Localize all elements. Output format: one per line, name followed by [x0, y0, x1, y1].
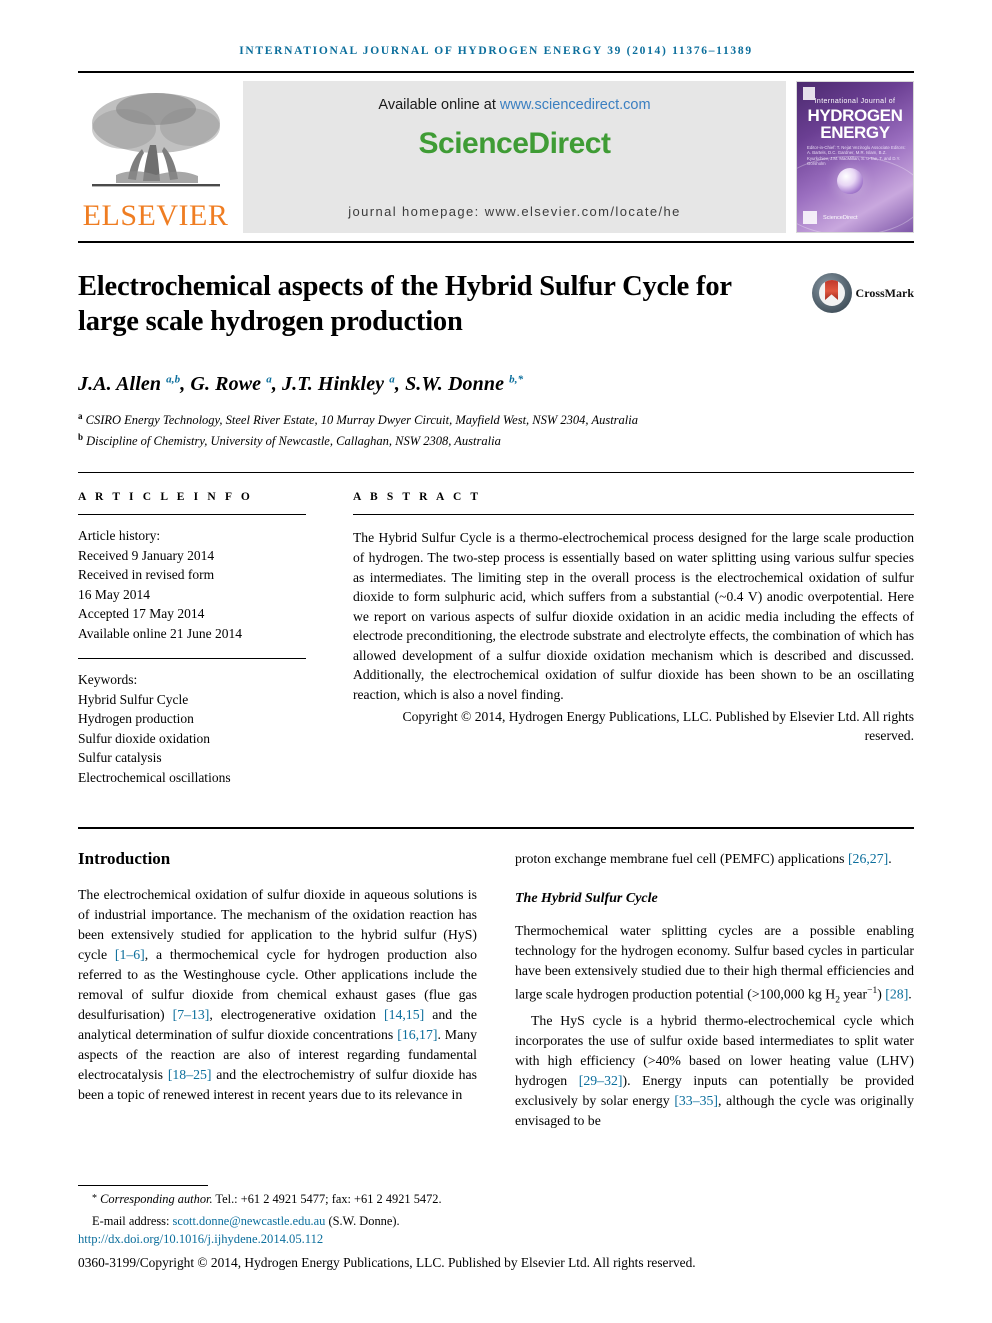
- affiliation-a: a CSIRO Energy Technology, Steel River E…: [78, 408, 914, 429]
- elsevier-tree-icon: [86, 87, 226, 199]
- sciencedirect-logo[interactable]: ScienceDirect: [419, 127, 611, 161]
- hys-paragraph-2: The HyS cycle is a hybrid thermo-electro…: [515, 1012, 915, 1128]
- sciencedirect-url-link[interactable]: www.sciencedirect.com: [500, 97, 651, 113]
- email-note: E-mail address: scott.donne@newcastle.ed…: [78, 1213, 914, 1231]
- masthead: ELSEVIER Available online at www.science…: [78, 81, 914, 233]
- history-item: Accepted 17 May 2014: [78, 606, 205, 622]
- intro-paragraph-left: The electrochemical oxidation of sulfur …: [78, 887, 477, 1103]
- crossmark-ribbon-icon: [825, 280, 839, 300]
- affiliation-mark-a: a: [78, 411, 83, 421]
- hys-paragraph-1: Thermochemical water splitting cycles ar…: [515, 923, 914, 1006]
- abstract-rule: [353, 514, 914, 516]
- crossmark-badge[interactable]: CrossMark: [811, 273, 914, 313]
- page-footer: * Corresponding author. Tel.: +61 2 4921…: [78, 1185, 914, 1271]
- abstract-label: A B S T R A C T: [353, 491, 482, 504]
- header-rule: [78, 71, 914, 73]
- cover-title-line2: ENERGY: [820, 123, 890, 142]
- elsevier-wordmark: ELSEVIER: [82, 199, 229, 232]
- cover-title-line1: HYDROGEN: [807, 106, 903, 125]
- available-online-line: Available online at www.sciencedirect.co…: [378, 97, 650, 113]
- title-block-rule: [78, 472, 914, 474]
- issn-copyright-line: 0360-3199/Copyright © 2014, Hydrogen Ene…: [78, 1255, 696, 1270]
- author-list: J.A. Allen a,b, G. Rowe a, J.T. Hinkley …: [78, 373, 524, 395]
- affiliation-mark-b: b: [78, 432, 84, 443]
- body-columns: Introduction The electrochemical oxidati…: [78, 849, 914, 1130]
- info-abstract-area: A R T I C L E I N F O Article history: R…: [78, 491, 914, 787]
- email-link[interactable]: scott.donne@newcastle.edu.au: [173, 1214, 326, 1228]
- history-item: 16 May 2014: [78, 586, 150, 602]
- keyword-item: Electrochemical oscillations: [78, 769, 231, 785]
- affiliation-b: b Discipline of Chemistry, University of…: [78, 429, 914, 450]
- keywords-rule: [78, 658, 306, 660]
- abstract-column: A B S T R A C T The Hybrid Sulfur Cycle …: [353, 491, 914, 787]
- crossmark-label: CrossMark: [855, 285, 914, 300]
- history-item: Received in revised form: [78, 567, 215, 583]
- keyword-item: Sulfur catalysis: [78, 750, 162, 766]
- keyword-item: Sulfur dioxide oxidation: [78, 730, 210, 746]
- page-title: Electrochemical aspects of the Hybrid Su…: [78, 271, 732, 337]
- abstract-text: The Hybrid Sulfur Cycle is a thermo-elec…: [353, 530, 914, 703]
- elsevier-logo[interactable]: ELSEVIER: [78, 81, 233, 233]
- available-online-label: Available online at: [378, 97, 500, 113]
- cover-publisher-badge-icon: [803, 211, 817, 224]
- cover-main-title: HYDROGEN ENERGY: [797, 107, 913, 141]
- title-block: CrossMark Electrochemical aspects of the…: [78, 269, 914, 450]
- article-info-rule: [78, 514, 306, 516]
- crossmark-circle-icon: [811, 273, 852, 313]
- abstract-copyright: Copyright © 2014, Hydrogen Energy Public…: [402, 708, 915, 744]
- history-item: Received 9 January 2014: [78, 547, 215, 563]
- footnote-rule: [78, 1185, 208, 1186]
- email-owner: (S.W. Donne).: [325, 1213, 400, 1228]
- journal-cover-thumbnail[interactable]: International Journal of HYDROGEN ENERGY…: [796, 81, 914, 233]
- subsection-heading-hybrid-sulfur-cycle: The Hybrid Sulfur Cycle: [515, 891, 658, 907]
- article-info-column: A R T I C L E I N F O Article history: R…: [78, 491, 306, 787]
- masthead-rule: [78, 241, 914, 243]
- body-top-rule: [78, 827, 914, 830]
- doi-link[interactable]: http://dx.doi.org/10.1016/j.ijhydene.201…: [78, 1230, 914, 1248]
- history-item: Available online 21 June 2014: [78, 625, 242, 641]
- journal-article-page: INTERNATIONAL JOURNAL OF HYDROGEN ENERGY…: [0, 0, 992, 1323]
- keywords-block: Keywords: Hybrid Sulfur Cycle Hydrogen p…: [78, 670, 306, 787]
- affiliation-list: a CSIRO Energy Technology, Steel River E…: [78, 408, 914, 450]
- article-history-title: Article history:: [78, 528, 161, 544]
- section-heading-introduction: Introduction: [78, 849, 171, 869]
- crossmark-inner-icon: [818, 280, 845, 306]
- article-info-label: A R T I C L E I N F O: [78, 491, 253, 504]
- keywords-title: Keywords:: [78, 672, 138, 688]
- keyword-item: Hydrogen production: [78, 711, 194, 727]
- corresponding-author-note: * Corresponding author. Tel.: +61 2 4921…: [92, 1192, 442, 1206]
- journal-homepage-line[interactable]: journal homepage: www.elsevier.com/locat…: [243, 204, 786, 219]
- article-history-block: Article history: Received 9 January 2014…: [78, 526, 306, 643]
- sciencedirect-banner: Available online at www.sciencedirect.co…: [243, 81, 786, 233]
- body-column-right: proton exchange membrane fuel cell (PEMF…: [515, 849, 914, 1130]
- cover-sciencedirect-mark: ScienceDirect: [823, 215, 858, 221]
- affiliation-text-b: Discipline of Chemistry, University of N…: [86, 434, 501, 449]
- cover-small-title: International Journal of: [814, 98, 896, 105]
- email-label: E-mail address:: [92, 1213, 173, 1228]
- running-head: INTERNATIONAL JOURNAL OF HYDROGEN ENERGY…: [239, 45, 753, 57]
- cover-orb-decoration: [837, 168, 863, 194]
- affiliation-text-a: CSIRO Energy Technology, Steel River Est…: [85, 413, 638, 428]
- body-column-left: Introduction The electrochemical oxidati…: [78, 849, 477, 1130]
- keyword-item: Hybrid Sulfur Cycle: [78, 691, 189, 707]
- intro-paragraph-continuation: proton exchange membrane fuel cell (PEMF…: [515, 851, 892, 867]
